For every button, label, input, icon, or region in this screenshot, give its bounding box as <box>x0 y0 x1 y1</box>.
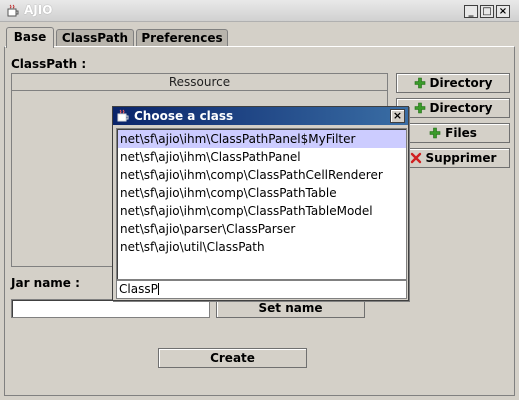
window-titlebar[interactable]: AJIO _ □ × <box>0 0 519 22</box>
window-title: AJIO <box>24 3 53 17</box>
tab-preferences[interactable]: Preferences <box>136 29 228 47</box>
close-button[interactable]: × <box>496 5 510 18</box>
maximize-button[interactable]: □ <box>480 5 494 18</box>
remove-label: Supprimer <box>425 151 497 165</box>
tab-base[interactable]: Base <box>6 27 54 48</box>
java-cup-icon <box>117 109 129 122</box>
add-files-button[interactable]: Files <box>396 123 510 143</box>
class-filter-value: ClassP <box>119 282 158 296</box>
plus-icon <box>414 102 425 114</box>
list-item[interactable]: net\sf\ajio\ihm\comp\ClassPathTableModel <box>118 202 406 220</box>
choose-class-dialog: Choose a class × net\sf\ajio\ihm\ClassPa… <box>112 106 409 301</box>
dialog-close-button[interactable]: × <box>390 109 405 123</box>
minimize-button[interactable]: _ <box>464 5 478 18</box>
list-item[interactable]: net\sf\ajio\ihm\ClassPathPanel <box>118 148 406 166</box>
classpath-label: ClassPath : <box>11 57 87 71</box>
plus-icon <box>414 77 425 89</box>
jar-name-label: Jar name : <box>11 276 80 290</box>
list-item[interactable]: net\sf\ajio\ihm\ClassPathPanel$MyFilter <box>118 130 406 148</box>
java-cup-icon <box>7 4 19 17</box>
create-button[interactable]: Create <box>158 348 307 368</box>
tab-classpath[interactable]: ClassPath <box>56 29 134 47</box>
add-files-label: Files <box>445 126 477 140</box>
list-item[interactable]: net\sf\ajio\util\ClassPath <box>118 238 406 256</box>
dialog-titlebar[interactable]: Choose a class × <box>113 107 408 125</box>
x-icon <box>410 152 421 164</box>
set-name-button[interactable]: Set name <box>216 298 365 318</box>
add-directory-recursive-button[interactable]: Directory <box>396 98 510 118</box>
list-item[interactable]: net\sf\ajio\parser\ClassParser <box>118 220 406 238</box>
table-header-ressource[interactable]: Ressource <box>12 74 387 91</box>
text-caret <box>157 283 159 295</box>
list-item[interactable]: net\sf\ajio\ihm\comp\ClassPathCellRender… <box>118 166 406 184</box>
class-list[interactable]: net\sf\ajio\ihm\ClassPathPanel$MyFilter … <box>116 128 407 280</box>
add-directory-button[interactable]: Directory <box>396 73 510 93</box>
remove-button[interactable]: Supprimer <box>396 148 510 168</box>
class-filter-input[interactable]: ClassP <box>116 280 407 299</box>
list-item[interactable]: net\sf\ajio\ihm\comp\ClassPathTable <box>118 184 406 202</box>
dialog-title: Choose a class <box>134 109 234 123</box>
add-directory-label: Directory <box>429 76 493 90</box>
jar-name-field[interactable] <box>11 299 210 318</box>
plus-icon <box>429 127 441 139</box>
add-directory-label: Directory <box>429 101 493 115</box>
